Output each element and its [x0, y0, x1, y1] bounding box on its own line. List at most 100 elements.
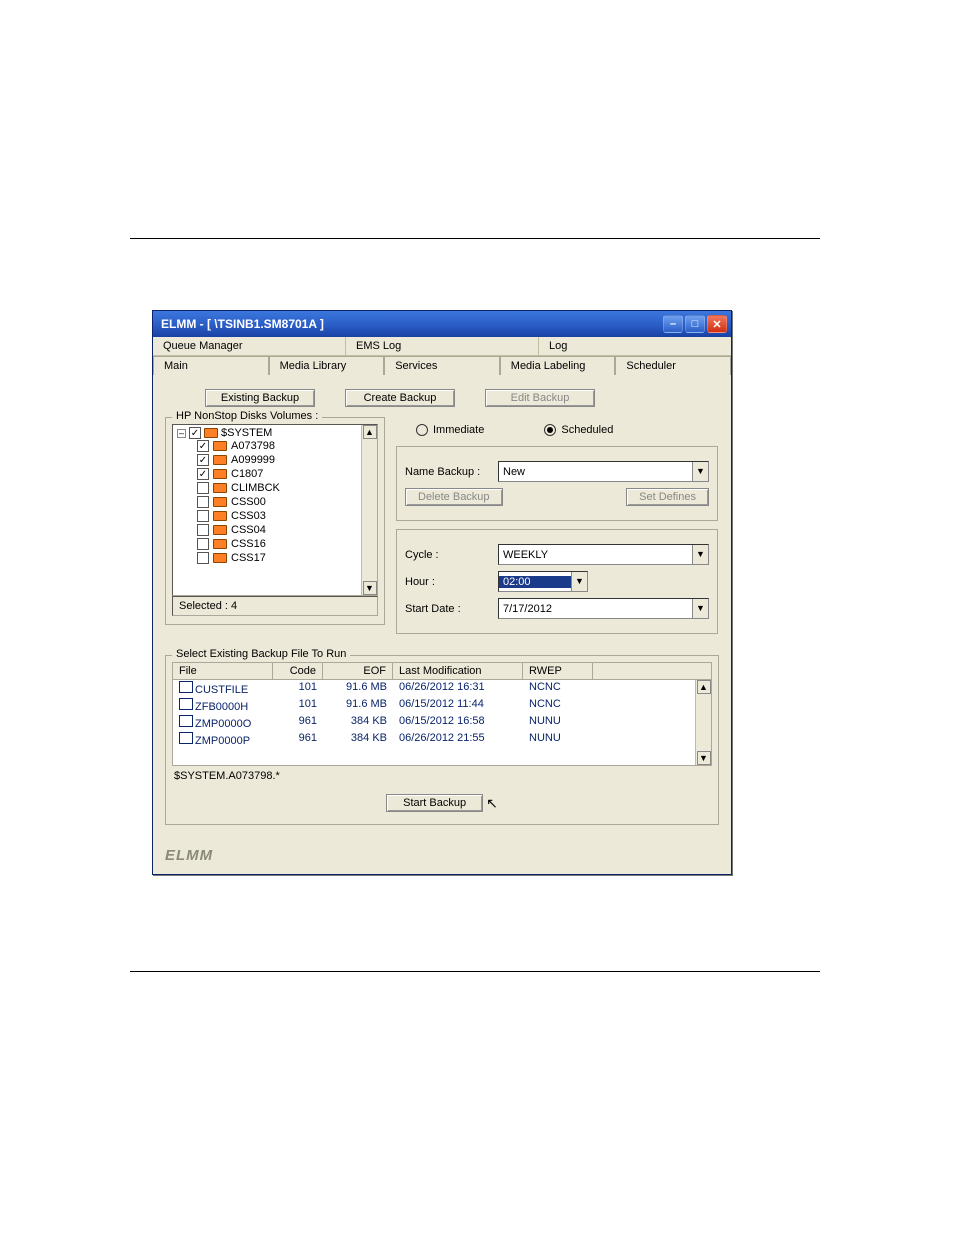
dropdown-icon[interactable]: ▼: [692, 545, 708, 564]
tree-expander-icon[interactable]: –: [177, 429, 186, 438]
tree-node-checkbox[interactable]: [197, 538, 209, 550]
disk-volumes-legend: HP NonStop Disks Volumes :: [172, 410, 322, 422]
file-code: 101: [273, 698, 323, 713]
menu-log[interactable]: Log: [539, 337, 731, 355]
tab-media-library[interactable]: Media Library: [269, 356, 385, 375]
tree-node[interactable]: CSS00: [197, 495, 375, 509]
tree-root[interactable]: – ✓ $SYSTEM: [177, 427, 375, 439]
tree-node[interactable]: CSS04: [197, 523, 375, 537]
app-window: ELMM - [ \TSINB1.SM8701A ] – □ ✕ Queue M…: [152, 310, 732, 875]
close-button[interactable]: ✕: [707, 315, 727, 333]
dropdown-icon[interactable]: ▼: [692, 462, 708, 481]
tree-node-label: C1807: [231, 468, 263, 480]
file-name: ZMP0000O: [195, 718, 251, 730]
col-rwep[interactable]: RWEP: [523, 663, 593, 679]
start-date-value: 7/17/2012: [499, 603, 692, 615]
tree-node-label: CSS04: [231, 524, 266, 536]
window-title: ELMM - [ \TSINB1.SM8701A ]: [161, 317, 324, 331]
tree-node[interactable]: CLIMBCK: [197, 481, 375, 495]
file-rwep: NCNC: [523, 698, 593, 713]
tree-scrollbar[interactable]: ▲ ▼: [361, 425, 377, 595]
file-eof: 91.6 MB: [323, 681, 393, 696]
radio-immediate[interactable]: Immediate: [416, 424, 484, 436]
tree-node-checkbox[interactable]: [197, 510, 209, 522]
file-list-scrollbar[interactable]: ▲ ▼: [695, 680, 711, 765]
existing-backup-button[interactable]: Existing Backup: [205, 389, 315, 407]
col-mod[interactable]: Last Modification: [393, 663, 523, 679]
menu-queue-manager[interactable]: Queue Manager: [153, 337, 346, 355]
volume-tree[interactable]: – ✓ $SYSTEM ✓A073798✓A099999✓C1807CLIMBC…: [172, 424, 378, 596]
file-icon: [179, 732, 193, 744]
tree-node-label: CSS17: [231, 552, 266, 564]
col-eof[interactable]: EOF: [323, 663, 393, 679]
radio-scheduled-label: Scheduled: [561, 424, 613, 436]
file-path: $SYSTEM.A073798.*: [172, 766, 712, 784]
scroll-up-icon[interactable]: ▲: [363, 425, 377, 439]
titlebar[interactable]: ELMM - [ \TSINB1.SM8701A ] – □ ✕: [153, 311, 731, 337]
file-modified: 06/15/2012 11:44: [393, 698, 523, 713]
tree-node-checkbox[interactable]: [197, 482, 209, 494]
scroll-down-icon[interactable]: ▼: [697, 751, 711, 765]
start-date-combo[interactable]: 7/17/2012 ▼: [498, 598, 709, 619]
file-row[interactable]: ZMP0000P961384 KB06/26/2012 21:55NUNU: [173, 731, 711, 748]
tree-node[interactable]: CSS03: [197, 509, 375, 523]
tree-node[interactable]: ✓A099999: [197, 453, 375, 467]
scroll-up-icon[interactable]: ▲: [697, 680, 711, 694]
set-defines-button[interactable]: Set Defines: [626, 488, 709, 506]
tab-media-labeling[interactable]: Media Labeling: [500, 356, 616, 375]
drive-icon: [213, 441, 227, 451]
tree-root-checkbox[interactable]: ✓: [189, 427, 201, 439]
tree-node-checkbox[interactable]: ✓: [197, 440, 209, 452]
edit-backup-button[interactable]: Edit Backup: [485, 389, 595, 407]
hour-combo[interactable]: 02:00 ▼: [498, 571, 588, 592]
tree-node[interactable]: ✓A073798: [197, 439, 375, 453]
dropdown-icon[interactable]: ▼: [571, 572, 587, 591]
tree-node[interactable]: CSS16: [197, 537, 375, 551]
selected-count-row: Selected : 4: [172, 596, 378, 616]
tree-node-checkbox[interactable]: ✓: [197, 454, 209, 466]
tab-services[interactable]: Services: [384, 356, 500, 375]
drive-icon: [213, 497, 227, 507]
radio-scheduled[interactable]: Scheduled: [544, 424, 613, 436]
scroll-down-icon[interactable]: ▼: [363, 581, 377, 595]
tree-node-label: CSS16: [231, 538, 266, 550]
start-backup-button[interactable]: Start Backup: [386, 794, 483, 812]
start-date-label: Start Date :: [405, 603, 490, 615]
cycle-combo[interactable]: WEEKLY ▼: [498, 544, 709, 565]
name-backup-group: Name Backup : New ▼ Delete Backup Set De…: [396, 446, 718, 521]
tab-main[interactable]: Main: [153, 356, 269, 375]
tree-node[interactable]: ✓ C1807: [197, 467, 375, 481]
drive-icon: [204, 428, 218, 438]
name-backup-combo[interactable]: New ▼: [498, 461, 709, 482]
tree-node[interactable]: CSS17: [197, 551, 375, 565]
tree-node-checkbox[interactable]: [197, 552, 209, 564]
file-row[interactable]: ZFB0000H10191.6 MB06/15/2012 11:44NCNC: [173, 697, 711, 714]
tree-node-label: CSS03: [231, 510, 266, 522]
divider-top: [130, 238, 820, 239]
maximize-button[interactable]: □: [685, 315, 705, 333]
menu-ems-log[interactable]: EMS Log: [346, 337, 539, 355]
create-backup-button[interactable]: Create Backup: [345, 389, 455, 407]
tree-node-checkbox[interactable]: ✓: [197, 468, 209, 480]
file-row[interactable]: ZMP0000O961384 KB06/15/2012 16:58NUNU: [173, 714, 711, 731]
cycle-value: WEEKLY: [499, 549, 692, 561]
col-file[interactable]: File: [173, 663, 273, 679]
tree-root-label: $SYSTEM: [221, 427, 272, 439]
tab-scheduler[interactable]: Scheduler: [615, 356, 731, 375]
file-row[interactable]: CUSTFILE10191.6 MB06/26/2012 16:31NCNC: [173, 680, 711, 697]
drive-icon: [213, 455, 227, 465]
minimize-button[interactable]: –: [663, 315, 683, 333]
tree-node-checkbox[interactable]: [197, 524, 209, 536]
drive-icon: [213, 553, 227, 563]
file-code: 961: [273, 732, 323, 747]
col-code[interactable]: Code: [273, 663, 323, 679]
delete-backup-button[interactable]: Delete Backup: [405, 488, 503, 506]
tree-node-label: CLIMBCK: [231, 482, 280, 494]
radio-immediate-label: Immediate: [433, 424, 484, 436]
tree-node-checkbox[interactable]: [197, 496, 209, 508]
file-list[interactable]: CUSTFILE10191.6 MB06/26/2012 16:31NCNCZF…: [172, 680, 712, 766]
dropdown-icon[interactable]: ▼: [692, 599, 708, 618]
file-list-header[interactable]: File Code EOF Last Modification RWEP: [172, 662, 712, 680]
file-modified: 06/26/2012 16:31: [393, 681, 523, 696]
file-rwep: NUNU: [523, 732, 593, 747]
